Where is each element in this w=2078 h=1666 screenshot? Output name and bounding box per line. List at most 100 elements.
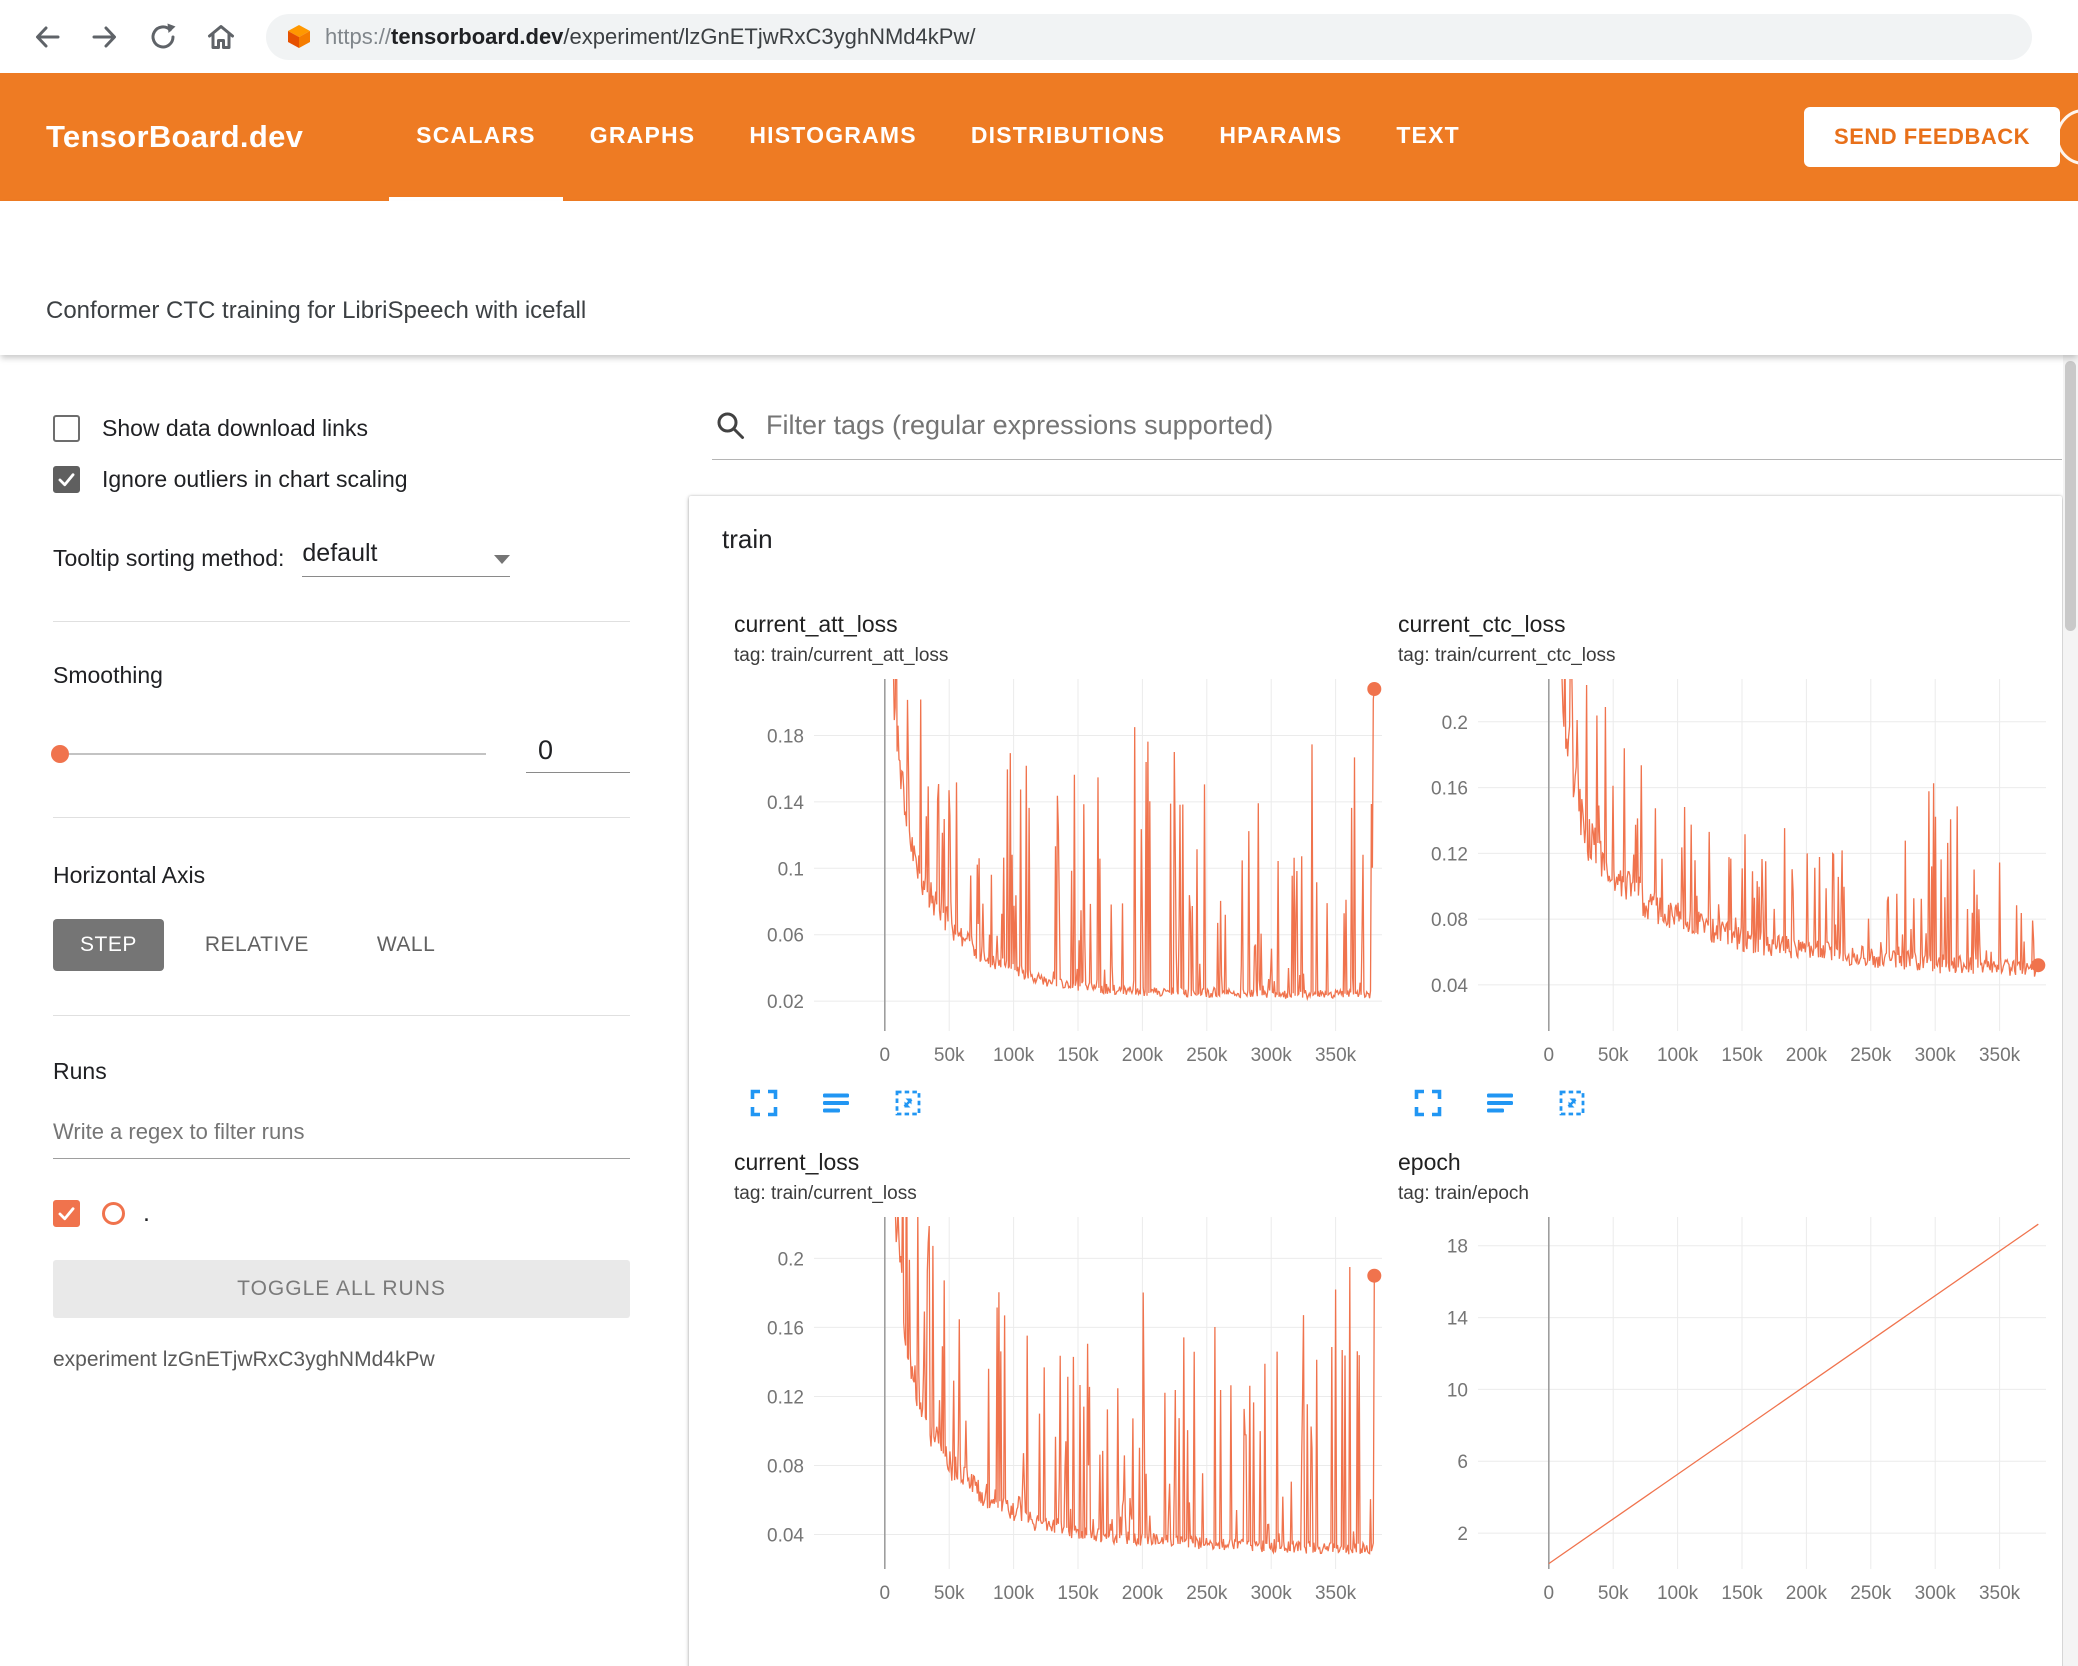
- check-icon: [58, 473, 75, 487]
- svg-text:200k: 200k: [1786, 1583, 1828, 1604]
- svg-text:0.04: 0.04: [767, 1526, 804, 1547]
- fullscreen-icon[interactable]: [748, 1087, 780, 1119]
- chart-title: epoch: [1398, 1149, 1461, 1175]
- fullscreen-icon[interactable]: [1412, 1087, 1444, 1119]
- scrollbar-thumb[interactable]: [2065, 361, 2076, 631]
- svg-text:0.04: 0.04: [1431, 976, 1468, 997]
- current-att-loss-plot[interactable]: 0.02 0.06 0.1 0.14 0.18 0 50k 100k 150k 200k 250k 3…: [734, 671, 1398, 1077]
- svg-text:0.08: 0.08: [767, 1457, 804, 1478]
- settings-sidebar: Show data download links Ignore outliers…: [0, 355, 660, 1666]
- run-row[interactable]: .: [53, 1199, 630, 1228]
- tab-histograms[interactable]: HISTOGRAMS: [722, 73, 943, 201]
- three-lines-icon[interactable]: [1484, 1087, 1516, 1119]
- svg-text:0.2: 0.2: [778, 1249, 804, 1270]
- svg-text:0.16: 0.16: [767, 1318, 804, 1339]
- svg-text:350k: 350k: [1315, 1045, 1357, 1066]
- tab-graphs[interactable]: GRAPHS: [563, 73, 723, 201]
- show-download-links-row[interactable]: Show data download links: [53, 415, 630, 442]
- svg-text:250k: 250k: [1850, 1045, 1892, 1066]
- ignore-outliers-row[interactable]: Ignore outliers in chart scaling: [53, 466, 630, 493]
- tooltip-sorting-value: default: [302, 539, 378, 567]
- svg-text:100k: 100k: [1657, 1583, 1699, 1604]
- fit-domain-icon[interactable]: [1556, 1087, 1588, 1119]
- back-icon[interactable]: [29, 19, 65, 55]
- experiment-subtitle-bar: Conformer CTC training for LibriSpeech w…: [0, 201, 2078, 355]
- run-name: .: [143, 1199, 150, 1227]
- train-card: train current_att_loss tag: train/curren…: [689, 496, 2062, 1666]
- svg-text:150k: 150k: [1721, 1583, 1763, 1604]
- svg-text:0.02: 0.02: [767, 992, 804, 1013]
- brand-title: TensorBoard.dev: [46, 119, 304, 154]
- current-ctc-loss-plot[interactable]: 0.04 0.08 0.12 0.16 0.2 0 50k 100k 150k 200k 250k 3…: [1398, 671, 2062, 1077]
- tooltip-sorting-dropdown[interactable]: default: [302, 539, 511, 577]
- svg-text:250k: 250k: [1186, 1045, 1228, 1066]
- ignore-outliers-label: Ignore outliers in chart scaling: [102, 466, 408, 492]
- epoch-plot[interactable]: 2 6 10 14 18 0 50k 100k 150k 200k 250k 300k 350k: [1398, 1209, 2062, 1615]
- chevron-down-icon: [494, 555, 511, 564]
- home-icon[interactable]: [203, 19, 239, 55]
- svg-text:300k: 300k: [1251, 1583, 1293, 1604]
- chart-current-ctc-loss: current_ctc_loss tag: train/current_ctc_…: [1398, 611, 2062, 1149]
- send-feedback-button[interactable]: SEND FEEDBACK: [1804, 107, 2060, 167]
- experiment-id: experiment lzGnETjwRxC3yghNMd4kPw: [53, 1348, 435, 1371]
- svg-text:0.14: 0.14: [767, 793, 804, 814]
- tooltip-sorting-label: Tooltip sorting method:: [53, 544, 285, 571]
- svg-text:300k: 300k: [1251, 1045, 1293, 1066]
- tab-distributions[interactable]: DISTRIBUTIONS: [944, 73, 1193, 201]
- tab-histograms-label: HISTOGRAMS: [749, 121, 917, 148]
- show-download-links-checkbox[interactable]: [53, 415, 80, 442]
- runs-filter-input[interactable]: [53, 1119, 630, 1159]
- chart-epoch: epoch tag: train/epoch 2 6 10 14 18 0 50k 100k 1…: [1398, 1149, 2062, 1615]
- svg-text:6: 6: [1457, 1452, 1468, 1473]
- horizontal-axis-buttons: STEP RELATIVE WALL: [53, 919, 630, 971]
- tab-hparams-label: HPARAMS: [1219, 121, 1343, 148]
- ignore-outliers-checkbox[interactable]: [53, 466, 80, 493]
- url-scheme: https://: [325, 23, 392, 49]
- charts-grid: current_att_loss tag: train/current_att_…: [689, 611, 2062, 1615]
- smoothing-slider[interactable]: [51, 745, 486, 763]
- chart-title: current_att_loss: [734, 611, 898, 637]
- nav-tabs: SCALARS GRAPHS HISTOGRAMS DISTRIBUTIONS …: [389, 73, 1487, 201]
- tooltip-sorting-row: Tooltip sorting method: default: [53, 539, 630, 577]
- url-bar[interactable]: https://tensorboard.dev/experiment/lzGnE…: [266, 13, 2032, 60]
- reload-icon[interactable]: [145, 19, 181, 55]
- filter-tags-row: [712, 407, 2062, 460]
- smoothing-slider-thumb[interactable]: [51, 745, 69, 763]
- svg-text:100k: 100k: [1657, 1045, 1699, 1066]
- url-path: /experiment/lzGnETjwRxC3yghNMd4kPw/: [563, 23, 976, 49]
- svg-text:0.1: 0.1: [778, 859, 804, 880]
- chart-tag: tag: train/epoch: [1398, 1183, 1529, 1204]
- svg-text:18: 18: [1447, 1237, 1468, 1258]
- tab-hparams[interactable]: HPARAMS: [1192, 73, 1369, 201]
- axis-wall-button[interactable]: WALL: [350, 919, 462, 971]
- svg-text:0.16: 0.16: [1431, 779, 1468, 800]
- forward-icon[interactable]: [87, 19, 123, 55]
- svg-text:150k: 150k: [1057, 1045, 1099, 1066]
- fit-domain-icon[interactable]: [892, 1087, 924, 1119]
- svg-text:350k: 350k: [1979, 1583, 2021, 1604]
- scrollbar[interactable]: [2063, 355, 2078, 1666]
- run-checkbox[interactable]: [53, 1200, 80, 1227]
- svg-text:0: 0: [880, 1583, 891, 1604]
- smoothing-value[interactable]: 0: [526, 735, 630, 773]
- svg-text:50k: 50k: [1598, 1583, 1629, 1604]
- tab-scalars[interactable]: SCALARS: [389, 73, 563, 201]
- svg-text:0.06: 0.06: [767, 926, 804, 947]
- svg-text:100k: 100k: [993, 1583, 1035, 1604]
- svg-text:0.12: 0.12: [767, 1388, 804, 1409]
- section-title[interactable]: train: [722, 524, 2062, 555]
- toggle-all-runs-button[interactable]: TOGGLE ALL RUNS: [53, 1260, 630, 1318]
- current-loss-plot[interactable]: 0.04 0.08 0.12 0.16 0.2 0 50k 100k 150k 200k 250k 3…: [734, 1209, 1398, 1615]
- chart-title: current_loss: [734, 1149, 860, 1175]
- tab-text[interactable]: TEXT: [1369, 73, 1487, 201]
- axis-step-button[interactable]: STEP: [53, 919, 164, 971]
- filter-tags-input[interactable]: [766, 409, 2062, 441]
- three-lines-icon[interactable]: [820, 1087, 852, 1119]
- svg-text:250k: 250k: [1186, 1583, 1228, 1604]
- divider: [53, 1015, 630, 1016]
- axis-relative-button[interactable]: RELATIVE: [178, 919, 336, 971]
- svg-text:0: 0: [1544, 1045, 1555, 1066]
- tab-distributions-label: DISTRIBUTIONS: [970, 121, 1166, 148]
- check-icon: [58, 1207, 75, 1221]
- chart-toolbar: [748, 1087, 1398, 1119]
